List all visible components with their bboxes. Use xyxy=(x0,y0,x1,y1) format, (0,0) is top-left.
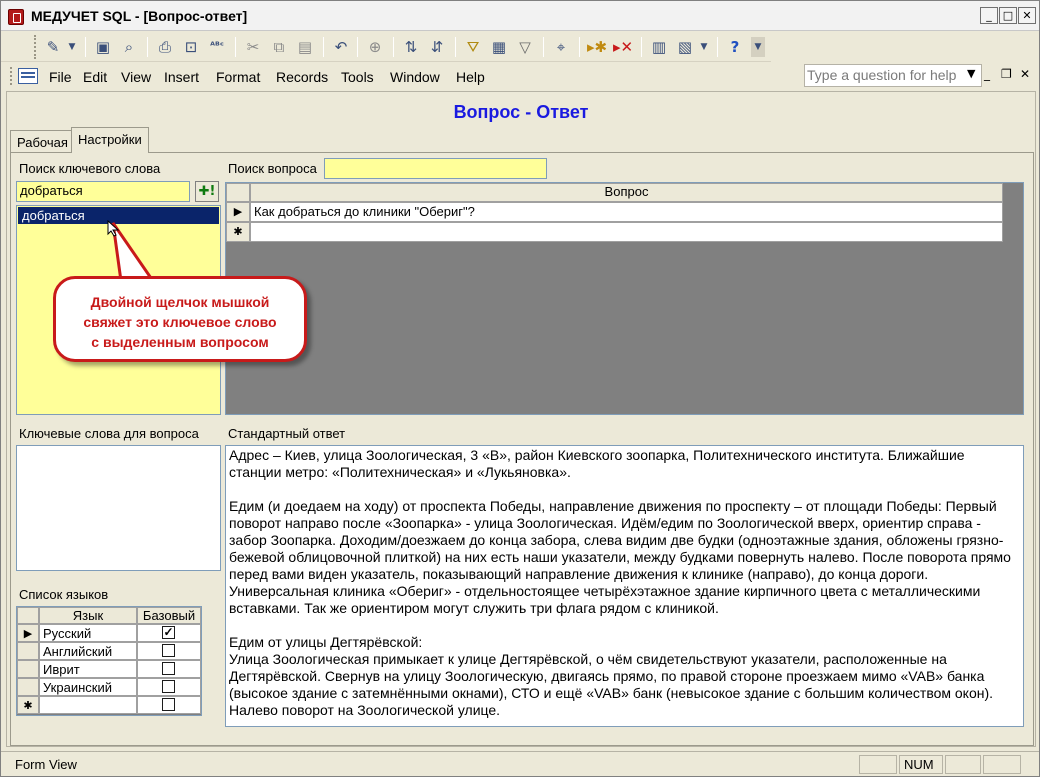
tab-nastroiki[interactable]: Настройки xyxy=(71,127,149,153)
callout-line-2: свяжет это ключевое слово xyxy=(83,314,277,330)
status-view-text: Form View xyxy=(15,757,77,772)
callout-pointer xyxy=(111,222,156,283)
status-bar: Form View NUM xyxy=(1,751,1039,776)
status-num-panel: NUM xyxy=(899,755,943,774)
callout-line-3: с выделенным вопросом xyxy=(91,334,269,350)
status-num-text: NUM xyxy=(904,757,934,772)
status-panel xyxy=(945,755,981,774)
status-panel xyxy=(859,755,897,774)
status-panel xyxy=(983,755,1021,774)
app-window: МЕДУЧЕТ SQL - [Вопрос-ответ] _ □ ✕ ✎ ▼ ▣… xyxy=(0,0,1040,777)
callout-line-1: Двойной щелчок мышкой xyxy=(90,294,270,310)
instruction-callout: Двойной щелчок мышкой свяжет это ключево… xyxy=(53,276,307,362)
mouse-cursor-icon xyxy=(107,220,120,237)
